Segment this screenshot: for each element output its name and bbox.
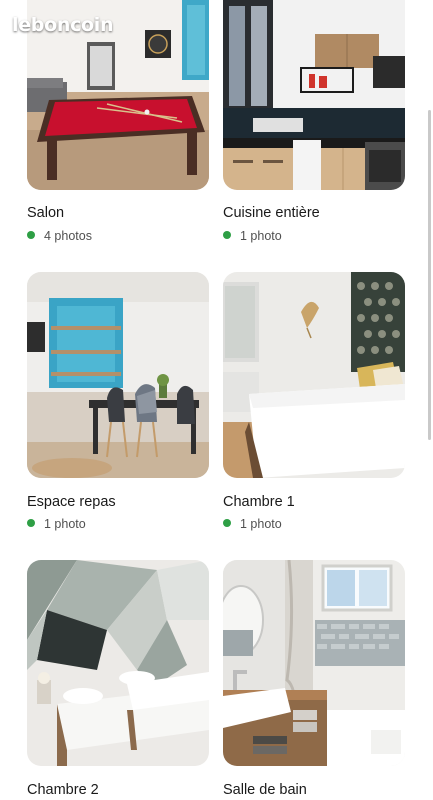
photo-count-label: 1 photo [44,517,86,531]
room-title: Espace repas [27,494,116,510]
cuisine-photo-image [223,0,405,190]
room-card-espace-repas[interactable]: Espace repas 1 photo [27,272,209,531]
photo-tour-page: leboncoin Salon 4 photos Cuisine entière… [0,0,433,800]
status-dot-icon [27,519,35,527]
photo-count: 1 photo [27,517,86,531]
room-title: Chambre 2 [27,782,99,798]
status-dot-icon [27,231,35,239]
room-title: Salle de bain [223,782,307,798]
scrollbar[interactable] [428,110,431,440]
espace-repas-photo[interactable] [27,272,209,478]
photo-count: 1 photo [223,517,282,531]
photo-count-label: 1 photo [240,229,282,243]
photo-count: 1 photo [223,229,282,243]
room-card-salle-de-bain[interactable]: Salle de bain [223,560,405,798]
room-title: Cuisine entière [223,205,320,221]
chambre-1-photo[interactable] [223,272,405,478]
cuisine-photo[interactable] [223,0,405,190]
leboncoin-watermark-logo: leboncoin [12,14,114,36]
chambre-2-photo-image [27,560,209,766]
status-dot-icon [223,231,231,239]
photo-count: 4 photos [27,229,92,243]
salle-de-bain-photo[interactable] [223,560,405,766]
room-card-chambre-1[interactable]: Chambre 1 1 photo [223,272,405,531]
chambre-2-photo[interactable] [27,560,209,766]
watermark-text: leboncoin [12,14,114,36]
status-dot-icon [223,519,231,527]
room-card-cuisine[interactable]: Cuisine entière 1 photo [223,0,405,243]
room-title: Chambre 1 [223,494,295,510]
salle-de-bain-photo-image [223,560,405,766]
photo-count-label: 4 photos [44,229,92,243]
espace-repas-photo-image [27,272,209,478]
room-card-chambre-2[interactable]: Chambre 2 [27,560,209,798]
room-title: Salon [27,205,65,221]
chambre-1-photo-image [223,272,405,478]
photo-count-label: 1 photo [240,517,282,531]
